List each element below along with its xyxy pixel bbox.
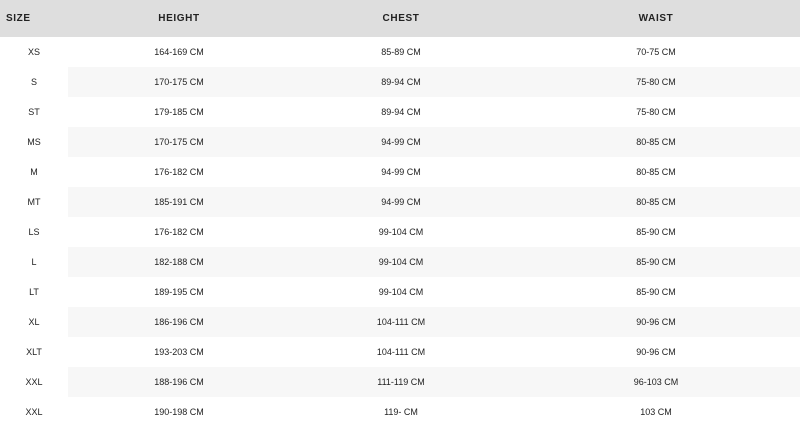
cell-size: LT: [0, 277, 68, 307]
cell-waist: 90-96 CM: [512, 337, 800, 367]
header-chest: CHEST: [290, 0, 512, 37]
cell-chest: 94-99 CM: [290, 157, 512, 187]
cell-height: 193-203 CM: [68, 337, 290, 367]
cell-chest: 99-104 CM: [290, 247, 512, 277]
cell-waist: 80-85 CM: [512, 127, 800, 157]
cell-height: 164-169 CM: [68, 37, 290, 67]
cell-height: 179-185 CM: [68, 97, 290, 127]
table-header: SIZE HEIGHT CHEST WAIST: [0, 0, 800, 37]
cell-height: 170-175 CM: [68, 67, 290, 97]
cell-size: M: [0, 157, 68, 187]
cell-chest: 99-104 CM: [290, 217, 512, 247]
cell-height: 188-196 CM: [68, 367, 290, 397]
cell-chest: 89-94 CM: [290, 67, 512, 97]
cell-size: LS: [0, 217, 68, 247]
cell-waist: 75-80 CM: [512, 97, 800, 127]
cell-size: XS: [0, 37, 68, 67]
header-row: SIZE HEIGHT CHEST WAIST: [0, 0, 800, 37]
cell-chest: 94-99 CM: [290, 127, 512, 157]
header-height: HEIGHT: [68, 0, 290, 37]
cell-waist: 75-80 CM: [512, 67, 800, 97]
table-row: S 170-175 CM 89-94 CM 75-80 CM: [0, 67, 800, 97]
cell-waist: 85-90 CM: [512, 277, 800, 307]
table-row: M 176-182 CM 94-99 CM 80-85 CM: [0, 157, 800, 187]
cell-size: XXL: [0, 397, 68, 427]
header-waist: WAIST: [512, 0, 800, 37]
table-row: XS 164-169 CM 85-89 CM 70-75 CM: [0, 37, 800, 67]
header-size: SIZE: [0, 0, 68, 37]
table-row: L 182-188 CM 99-104 CM 85-90 CM: [0, 247, 800, 277]
cell-chest: 85-89 CM: [290, 37, 512, 67]
cell-height: 186-196 CM: [68, 307, 290, 337]
cell-chest: 104-111 CM: [290, 307, 512, 337]
cell-chest: 111-119 CM: [290, 367, 512, 397]
table-row: MT 185-191 CM 94-99 CM 80-85 CM: [0, 187, 800, 217]
table-row: LT 189-195 CM 99-104 CM 85-90 CM: [0, 277, 800, 307]
cell-chest: 99-104 CM: [290, 277, 512, 307]
cell-size: S: [0, 67, 68, 97]
cell-height: 189-195 CM: [68, 277, 290, 307]
table-row: XXL 190-198 CM 119- CM 103 CM: [0, 397, 800, 427]
cell-height: 182-188 CM: [68, 247, 290, 277]
cell-waist: 96-103 CM: [512, 367, 800, 397]
cell-height: 176-182 CM: [68, 217, 290, 247]
cell-size: XL: [0, 307, 68, 337]
table-row: LS 176-182 CM 99-104 CM 85-90 CM: [0, 217, 800, 247]
cell-size: MT: [0, 187, 68, 217]
table-body: XS 164-169 CM 85-89 CM 70-75 CM S 170-175 CM 8…: [0, 37, 800, 427]
table-row: MS 170-175 CM 94-99 CM 80-85 CM: [0, 127, 800, 157]
cell-size: XLT: [0, 337, 68, 367]
cell-height: 185-191 CM: [68, 187, 290, 217]
cell-size: ST: [0, 97, 68, 127]
cell-waist: 103 CM: [512, 397, 800, 427]
cell-size: XXL: [0, 367, 68, 397]
cell-height: 190-198 CM: [68, 397, 290, 427]
cell-size: L: [0, 247, 68, 277]
cell-chest: 89-94 CM: [290, 97, 512, 127]
table-row: ST 179-185 CM 89-94 CM 75-80 CM: [0, 97, 800, 127]
cell-waist: 80-85 CM: [512, 157, 800, 187]
cell-waist: 80-85 CM: [512, 187, 800, 217]
cell-chest: 119- CM: [290, 397, 512, 427]
cell-chest: 104-111 CM: [290, 337, 512, 367]
cell-waist: 90-96 CM: [512, 307, 800, 337]
table-row: XLT 193-203 CM 104-111 CM 90-96 CM: [0, 337, 800, 367]
cell-waist: 85-90 CM: [512, 247, 800, 277]
cell-height: 170-175 CM: [68, 127, 290, 157]
size-chart-table: SIZE HEIGHT CHEST WAIST XS 164-169 CM 85-8…: [0, 0, 800, 427]
cell-waist: 85-90 CM: [512, 217, 800, 247]
cell-waist: 70-75 CM: [512, 37, 800, 67]
table-row: XXL 188-196 CM 111-119 CM 96-103 CM: [0, 367, 800, 397]
table-row: XL 186-196 CM 104-111 CM 90-96 CM: [0, 307, 800, 337]
cell-size: MS: [0, 127, 68, 157]
cell-chest: 94-99 CM: [290, 187, 512, 217]
cell-height: 176-182 CM: [68, 157, 290, 187]
